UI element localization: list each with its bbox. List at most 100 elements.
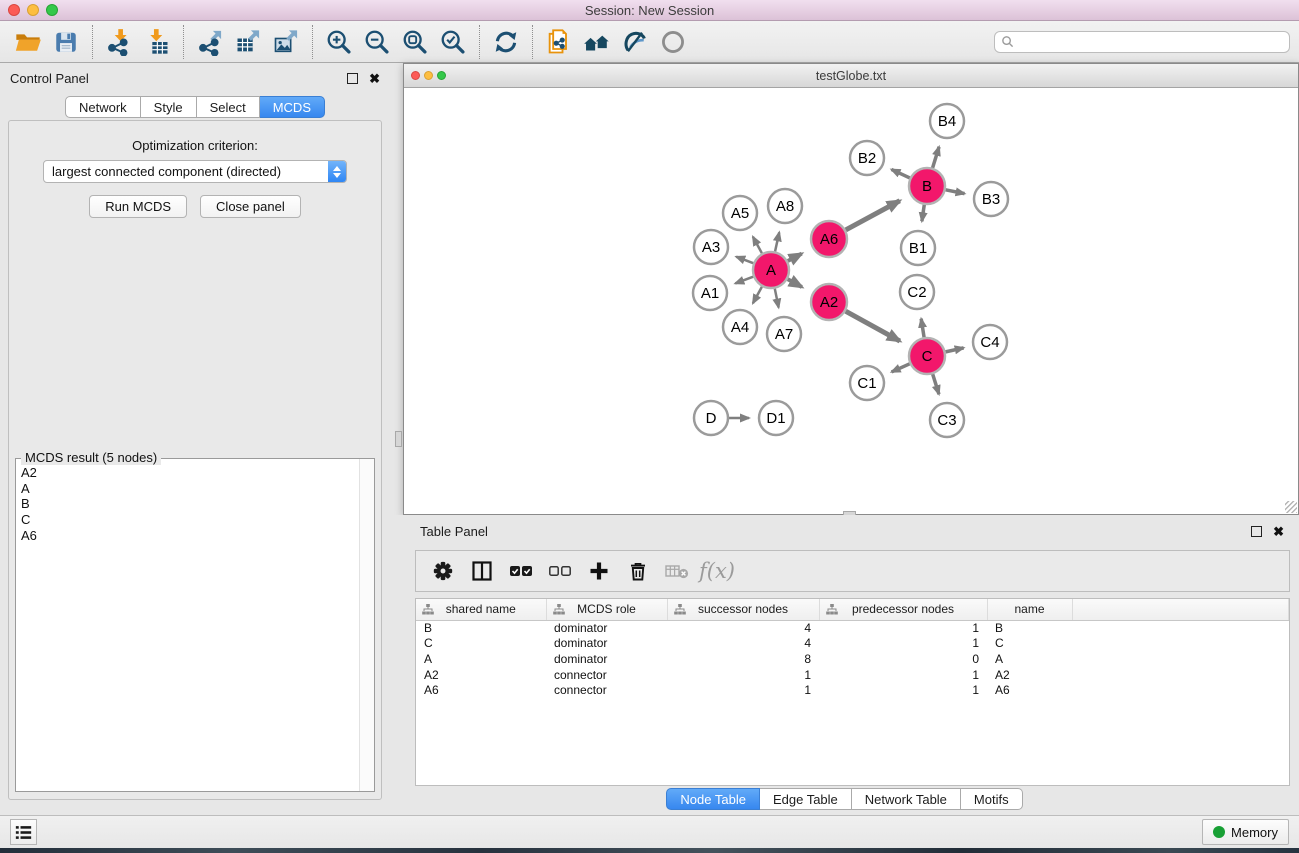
table-row[interactable]: A2connector11A2 <box>416 667 1289 683</box>
table-cell[interactable]: 4 <box>667 636 819 652</box>
graph-edge-B-B1[interactable] <box>922 205 924 221</box>
tab-network[interactable]: Network <box>65 96 141 118</box>
mcds-result-item[interactable]: A6 <box>21 528 354 544</box>
network-document-icon[interactable] <box>540 25 578 59</box>
table-cell[interactable]: A6 <box>987 682 1072 698</box>
table-cell[interactable]: 0 <box>819 651 987 667</box>
float-table-panel-icon[interactable] <box>1251 526 1262 537</box>
result-list-scrollbar[interactable] <box>359 459 374 791</box>
table-settings-gear-icon[interactable] <box>428 556 458 586</box>
vizmap-icon[interactable] <box>616 25 654 59</box>
export-table-icon[interactable] <box>229 25 267 59</box>
import-table-icon[interactable] <box>138 25 176 59</box>
graph-edge-C-C1[interactable] <box>892 364 910 372</box>
column-header-name[interactable]: name <box>987 599 1072 620</box>
function-builder-icon[interactable]: f(x) <box>701 556 731 586</box>
table-cell[interactable]: dominator <box>546 651 667 667</box>
graph-edge-B-B2[interactable] <box>891 169 909 178</box>
deselect-all-checkboxes-icon[interactable] <box>545 556 575 586</box>
graph-edge-A2-C[interactable] <box>846 311 900 341</box>
import-network-icon[interactable] <box>100 25 138 59</box>
zoom-selected-icon[interactable] <box>434 25 472 59</box>
table-cell[interactable]: 1 <box>819 636 987 652</box>
zoom-in-icon[interactable] <box>320 25 358 59</box>
column-header-mcds-role[interactable]: MCDS role <box>546 599 667 620</box>
delete-column-trash-icon[interactable] <box>623 556 653 586</box>
tab-select[interactable]: Select <box>197 96 260 118</box>
float-panel-icon[interactable] <box>347 73 358 84</box>
table-cell[interactable]: A2 <box>416 667 546 683</box>
zoom-fit-icon[interactable] <box>396 25 434 59</box>
column-header-successor-nodes[interactable]: successor nodes <box>667 599 819 620</box>
graph-edge-A6-B[interactable] <box>846 201 900 230</box>
graph-edge-B-B4[interactable] <box>933 147 939 168</box>
graph-edge-A-A5[interactable] <box>753 237 762 254</box>
table-cell[interactable]: A6 <box>416 682 546 698</box>
network-canvas[interactable]: B4B2BB3A8A5A6A3B1AC2A1A2A4A7C4CC1C3DD1 <box>404 89 1298 514</box>
window-resize-grip[interactable] <box>1285 501 1297 513</box>
add-column-icon[interactable] <box>584 556 614 586</box>
graph-edge-B-B3[interactable] <box>946 190 965 194</box>
table-cell[interactable]: 1 <box>819 620 987 636</box>
task-history-list-icon[interactable] <box>10 819 37 845</box>
graph-edge-A-A6[interactable] <box>788 254 802 261</box>
table-cell[interactable]: 1 <box>819 682 987 698</box>
home-icon[interactable] <box>578 25 616 59</box>
network-zoom-button[interactable] <box>437 71 446 80</box>
tab-style[interactable]: Style <box>141 96 197 118</box>
mcds-result-item[interactable]: A2 <box>21 465 354 481</box>
table-row[interactable]: Adominator80A <box>416 651 1289 667</box>
search-input[interactable] <box>1014 35 1283 49</box>
tab-network-table[interactable]: Network Table <box>852 788 961 810</box>
table-cell[interactable]: 4 <box>667 620 819 636</box>
network-minimize-button[interactable] <box>424 71 433 80</box>
table-cell[interactable]: connector <box>546 667 667 683</box>
tab-mcds[interactable]: MCDS <box>260 96 325 118</box>
save-session-icon[interactable] <box>47 25 85 59</box>
mcds-result-item[interactable]: B <box>21 496 354 512</box>
table-cell[interactable]: C <box>416 636 546 652</box>
column-header-predecessor-nodes[interactable]: predecessor nodes <box>819 599 987 620</box>
export-network-icon[interactable] <box>191 25 229 59</box>
graphics-details-eye-icon[interactable] <box>654 25 692 59</box>
network-close-button[interactable] <box>411 71 420 80</box>
table-cell[interactable]: A <box>987 651 1072 667</box>
table-cell[interactable]: B <box>416 620 546 636</box>
graph-edge-C-C4[interactable] <box>946 348 964 352</box>
run-mcds-button[interactable]: Run MCDS <box>89 195 187 218</box>
mcds-result-item[interactable]: C <box>21 512 354 528</box>
graph-edge-A-A1[interactable] <box>735 277 753 284</box>
export-image-icon[interactable] <box>267 25 305 59</box>
close-panel-icon[interactable]: ✖ <box>369 73 380 84</box>
graph-edge-A-A3[interactable] <box>736 257 753 264</box>
zoom-window-button[interactable] <box>46 4 58 16</box>
table-row[interactable]: Cdominator41C <box>416 636 1289 652</box>
search-field[interactable] <box>994 31 1290 53</box>
table-cell[interactable]: dominator <box>546 620 667 636</box>
minimize-window-button[interactable] <box>27 4 39 16</box>
graph-edge-A-A7[interactable] <box>775 289 779 308</box>
table-cell[interactable]: 1 <box>667 667 819 683</box>
close-panel-button[interactable]: Close panel <box>200 195 301 218</box>
table-row[interactable]: A6connector11A6 <box>416 682 1289 698</box>
zoom-out-icon[interactable] <box>358 25 396 59</box>
table-cell[interactable]: connector <box>546 682 667 698</box>
table-columns-icon[interactable] <box>467 556 497 586</box>
graph-edge-C-C2[interactable] <box>921 319 924 338</box>
table-cell[interactable]: dominator <box>546 636 667 652</box>
vertical-splitter-handle[interactable] <box>395 431 402 447</box>
mcds-result-item[interactable]: A <box>21 481 354 497</box>
table-cell[interactable]: A <box>416 651 546 667</box>
table-cell[interactable]: 1 <box>667 682 819 698</box>
table-cell[interactable]: C <box>987 636 1072 652</box>
criterion-dropdown[interactable]: largest connected component (directed) <box>43 160 347 183</box>
graph-edge-A-A8[interactable] <box>775 232 779 251</box>
select-all-checkboxes-icon[interactable] <box>506 556 536 586</box>
close-window-button[interactable] <box>8 4 20 16</box>
delete-table-icon[interactable] <box>662 556 692 586</box>
table-cell[interactable]: 8 <box>667 651 819 667</box>
column-header-shared-name[interactable]: shared name <box>416 599 546 620</box>
refresh-view-icon[interactable] <box>487 25 525 59</box>
open-file-icon[interactable] <box>9 25 47 59</box>
table-row[interactable]: Bdominator41B <box>416 620 1289 636</box>
